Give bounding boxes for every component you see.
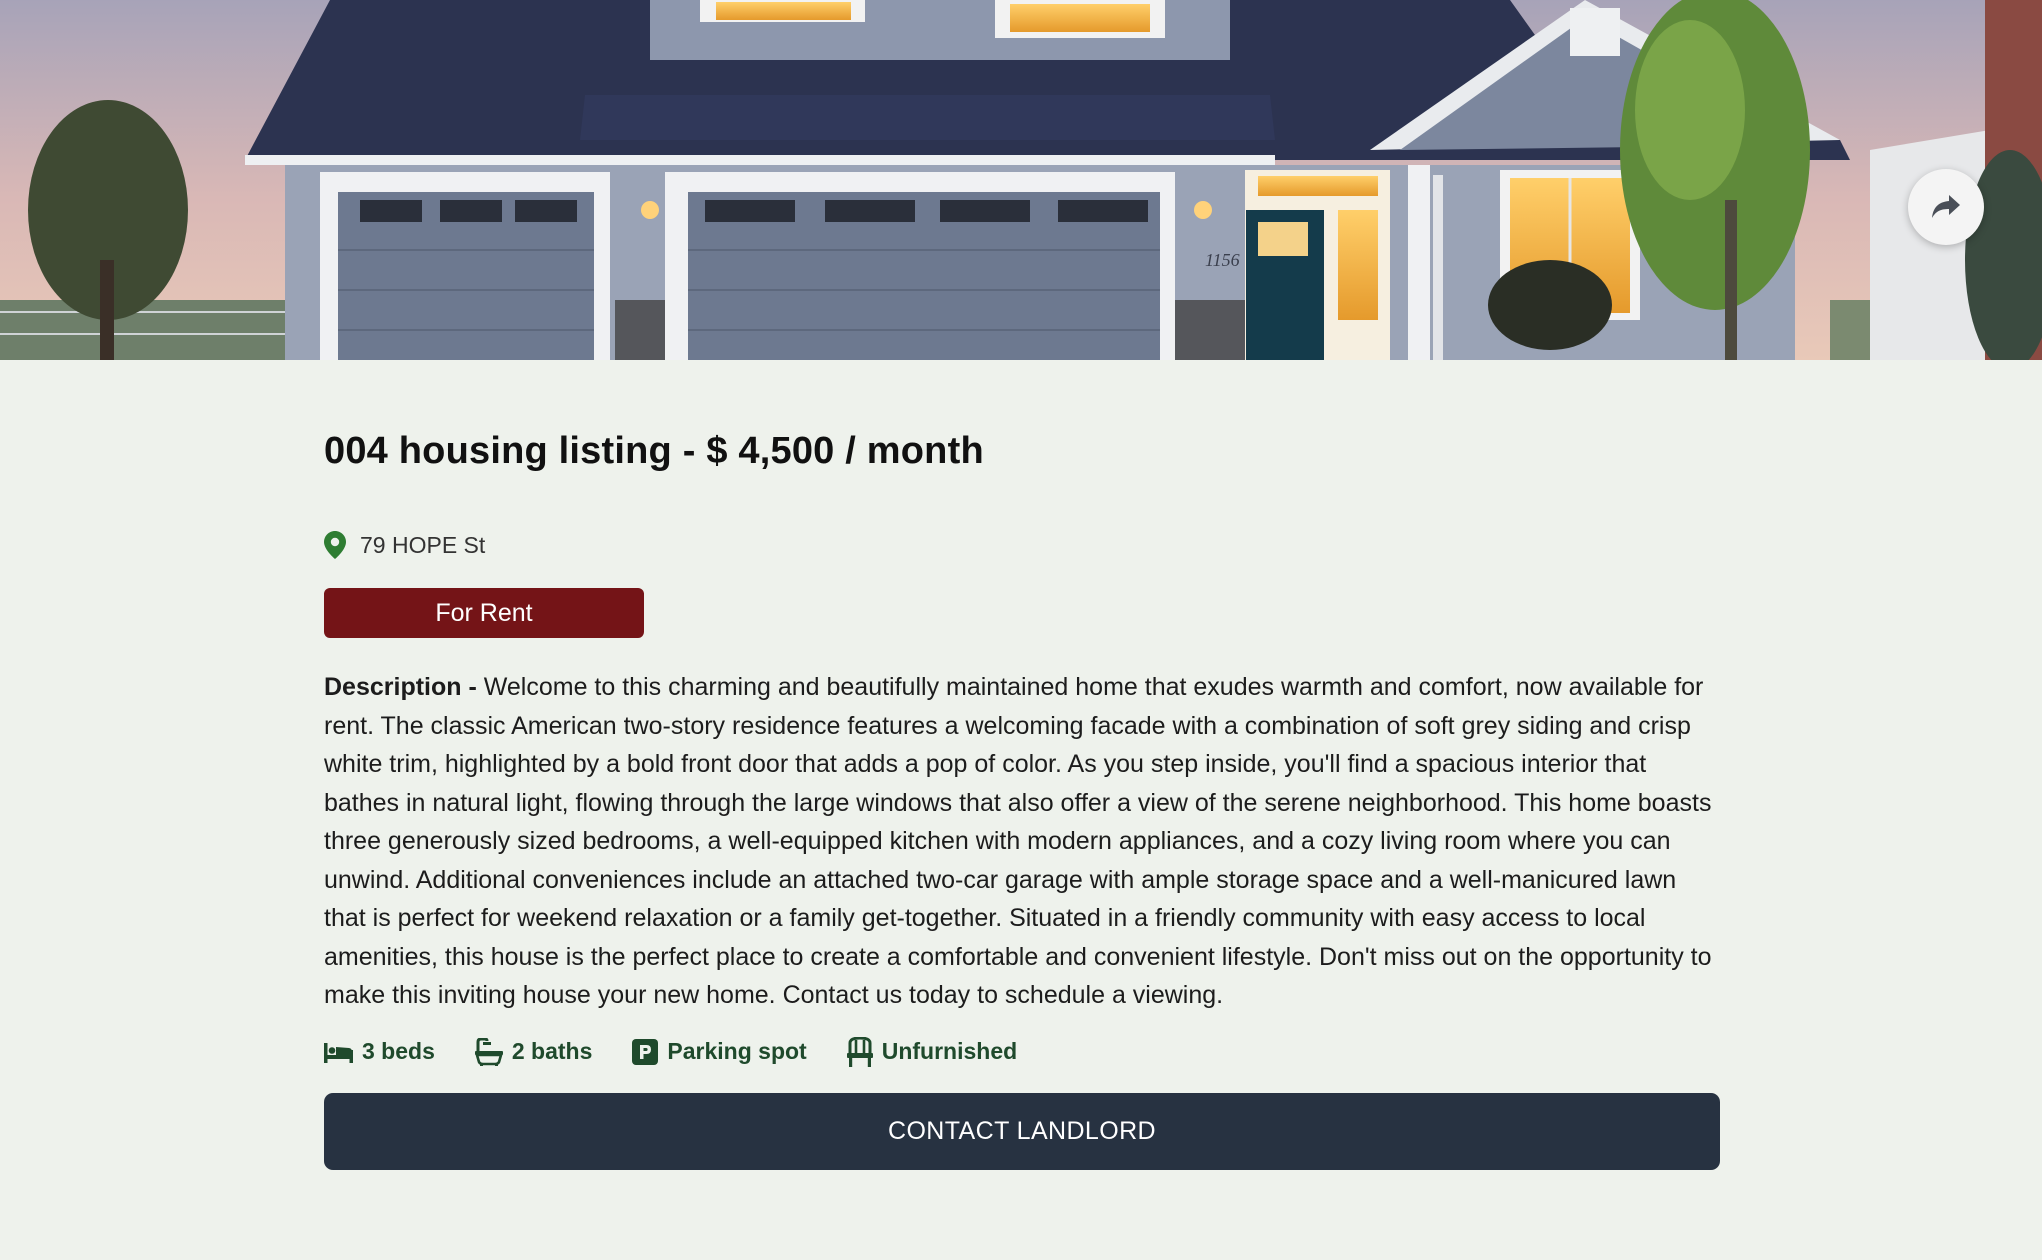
listing-description: Description - Welcome to this charming a… bbox=[324, 668, 1720, 1015]
feature-label: 3 beds bbox=[362, 1038, 435, 1064]
house-photo: 1156 bbox=[0, 0, 2042, 360]
feature-label: 2 baths bbox=[511, 1038, 593, 1064]
bed-icon bbox=[324, 1041, 353, 1063]
contact-landlord-button[interactable]: CONTACT LANDLORD bbox=[324, 1092, 1720, 1170]
feature-beds: 3 beds bbox=[324, 1038, 435, 1065]
bathtub-icon bbox=[474, 1037, 503, 1066]
status-badge: For Rent bbox=[324, 588, 644, 638]
feature-list: 3 beds 2 baths Parking spot Unfurnished bbox=[324, 1036, 1720, 1067]
listing-title: 004 housing listing - $ 4,500 / month bbox=[324, 430, 984, 472]
address-text: 79 HOPE St bbox=[360, 532, 486, 558]
share-icon bbox=[1931, 194, 1961, 220]
house-number-sign: 1156 bbox=[1205, 250, 1240, 270]
listing-address: 79 HOPE St bbox=[324, 530, 1720, 560]
listing-details: 004 housing listing - $ 4,500 / month 79… bbox=[324, 360, 1720, 1170]
chair-icon bbox=[846, 1036, 873, 1067]
description-text: Welcome to this charming and beautifully… bbox=[324, 673, 1712, 1009]
feature-baths: 2 baths bbox=[474, 1037, 593, 1066]
hero-image: 1156 bbox=[0, 0, 2042, 360]
share-button[interactable] bbox=[1908, 169, 1984, 245]
parking-icon bbox=[632, 1038, 659, 1065]
feature-furnishing: Unfurnished bbox=[846, 1036, 1018, 1067]
feature-parking: Parking spot bbox=[632, 1038, 807, 1065]
feature-label: Parking spot bbox=[667, 1038, 807, 1064]
feature-label: Unfurnished bbox=[881, 1038, 1018, 1064]
description-label: Description - bbox=[324, 673, 484, 701]
location-pin-icon bbox=[324, 531, 346, 559]
